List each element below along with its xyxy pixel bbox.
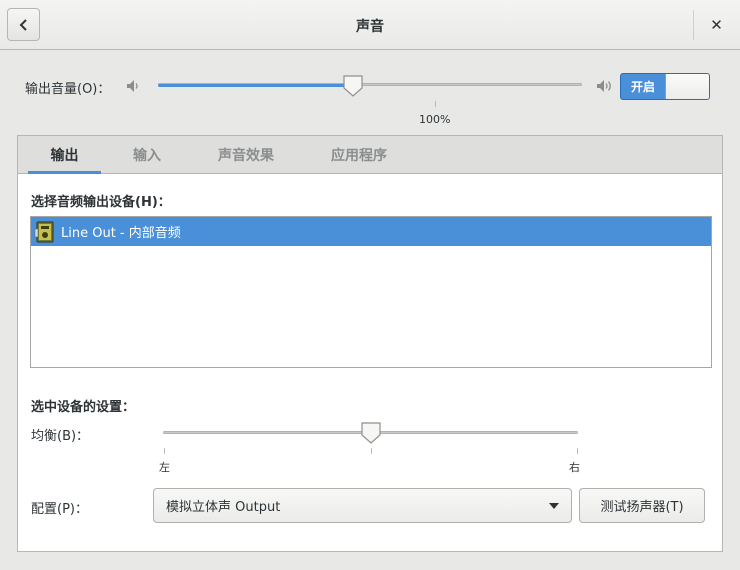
close-icon: ✕ [710,15,723,34]
output-mute-switch[interactable]: 开启 [620,73,710,100]
profile-label: 配置(P)： [31,502,88,517]
volume-100-label: 100% [419,113,451,126]
balance-label: 均衡(B)： [31,429,90,444]
balance-center-tick [371,448,372,454]
header-bar: 声音 ✕ [0,0,740,50]
profile-dropdown[interactable]: 模拟立体声 Output [153,488,572,523]
balance-right-label: 右 [569,461,580,474]
sound-settings-window: 声音 ✕ 输出音量(O)： 100% 开启 输出 输入 声音效果 应用程序 选择… [0,0,740,570]
tab-bar: 输出 输入 声音效果 应用程序 [18,136,722,174]
test-speakers-button[interactable]: 测试扬声器(T) [579,488,705,523]
output-device-list[interactable]: Line Out - 内部音频 [30,216,712,368]
speaker-low-icon [127,80,138,92]
output-volume-label: 输出音量(O)： [25,82,111,97]
tab-applications[interactable]: 应用程序 [311,136,407,174]
balance-slider-handle[interactable] [360,421,382,445]
list-item[interactable]: Line Out - 内部音频 [31,217,711,246]
output-volume-fill [158,84,354,87]
volume-100-tick [435,101,436,107]
speaker-high-icon [597,80,611,92]
output-volume-slider-handle[interactable] [342,74,364,98]
switch-on-label: 开启 [630,80,655,94]
tab-sound-effects[interactable]: 声音效果 [198,136,294,174]
audio-card-icon [34,221,54,242]
dropdown-arrow-icon [549,503,559,509]
device-section-label: 选择音频输出设备(H)： [31,195,171,210]
balance-left-tick [164,448,165,454]
tab-output[interactable]: 输出 [28,136,101,174]
header-separator [693,10,694,40]
settings-notebook: 输出 输入 声音效果 应用程序 选择音频输出设备(H)： Line Out - … [17,135,723,552]
tab-input[interactable]: 输入 [113,136,181,174]
close-button[interactable]: ✕ [700,8,733,41]
device-name: Line Out - 内部音频 [61,226,181,241]
profile-selected-value: 模拟立体声 Output [166,500,281,515]
window-title: 声音 [356,19,384,35]
switch-knob[interactable] [665,74,709,99]
device-settings-section-label: 选中设备的设置： [31,400,136,415]
balance-right-tick [577,448,578,454]
balance-left-label: 左 [159,461,170,474]
